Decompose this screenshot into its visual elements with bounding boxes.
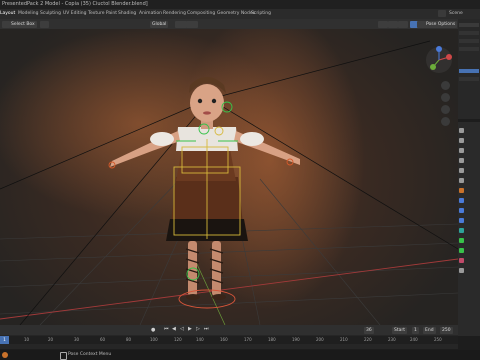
hand-icon[interactable] <box>441 93 450 102</box>
window-title: PresentedPack 2 Model - Copia (35) Ciuct… <box>2 1 148 7</box>
tab-animation[interactable]: Animation <box>139 11 162 16</box>
ruler-tick: 100 <box>150 337 158 342</box>
outliner-row[interactable] <box>459 39 479 43</box>
keyframe-icon[interactable]: ● <box>151 327 155 333</box>
ruler-tick: 120 <box>174 337 182 342</box>
ruler-tick: 190 <box>292 337 300 342</box>
scene-label[interactable]: Scene <box>449 11 463 16</box>
workspace-tabbar: Layout Modeling Sculpting UV Editing Tex… <box>0 9 480 19</box>
outliner-row[interactable] <box>459 47 479 51</box>
start-frame-value[interactable]: 1 <box>412 326 419 334</box>
ruler-tick: 210 <box>340 337 348 342</box>
particles-icon[interactable] <box>459 208 464 213</box>
scene-selector-icon[interactable] <box>438 10 446 17</box>
outliner-panel[interactable] <box>458 19 480 119</box>
x-axis-line <box>0 258 458 320</box>
viewport-scene <box>0 40 458 325</box>
ruler-tick: 80 <box>126 337 132 342</box>
ruler-tick: 160 <box>220 337 228 342</box>
view-layer-icon[interactable] <box>459 158 464 163</box>
grid-icon[interactable] <box>441 117 450 126</box>
eye-icon[interactable] <box>378 20 388 28</box>
camera-icon[interactable] <box>441 105 450 114</box>
status-hint: Pose Context Menu <box>68 352 112 357</box>
status-bar: Pose Context Menu <box>0 350 480 360</box>
ruler-tick: 170 <box>244 337 252 342</box>
mode-icon[interactable] <box>40 20 49 28</box>
pose-options-dropdown[interactable]: Pose Options <box>424 20 458 28</box>
tab-texture-paint[interactable]: Texture Paint <box>88 11 117 16</box>
jump-end-icon[interactable]: ⏭ <box>204 326 209 332</box>
outliner-row-selected[interactable] <box>459 69 479 73</box>
physics-icon[interactable] <box>459 218 464 223</box>
zoom-icon[interactable] <box>441 81 450 90</box>
ruler-tick: 30 <box>74 337 80 342</box>
tab-geometry-nodes[interactable]: Geometry Nodes <box>217 11 255 16</box>
ruler-tick: 250 <box>434 337 442 342</box>
ruler-tick: 200 <box>316 337 324 342</box>
end-frame-value[interactable]: 250 <box>440 326 453 334</box>
outliner-row[interactable] <box>459 23 479 27</box>
overlay-icon[interactable] <box>398 20 408 28</box>
render-icon[interactable] <box>459 138 464 143</box>
output-icon[interactable] <box>459 148 464 153</box>
bone-icon[interactable] <box>459 248 464 253</box>
viewport-header: Select Box Global Pose Options <box>0 19 458 29</box>
play-icon[interactable]: ▶ <box>188 326 192 332</box>
tab-uv-editing[interactable]: UV Editing <box>63 11 86 16</box>
properties-panel[interactable] <box>458 122 480 336</box>
ruler-tick: 240 <box>410 337 418 342</box>
timeline-header: ● ⏮ ◀ ◁ ▶ ▷ ⏭ 36 Start 1 End 250 <box>0 325 458 335</box>
start-frame-label[interactable]: Start <box>392 326 407 334</box>
outliner-row[interactable] <box>459 77 479 81</box>
tab-rendering[interactable]: Rendering <box>163 11 186 16</box>
window-titlebar: PresentedPack 2 Model - Copia (35) Ciuct… <box>0 0 480 9</box>
ruler-tick: 180 <box>268 337 276 342</box>
tab-compositing[interactable]: Compositing <box>187 11 215 16</box>
gizmo-icon[interactable] <box>388 20 398 28</box>
timeline-ruler[interactable]: 1 10 20 30 60 80 100 120 140 160 170 180… <box>0 336 458 344</box>
ruler-tick: 220 <box>364 337 372 342</box>
play-reverse-icon[interactable]: ◁ <box>180 326 184 332</box>
tool-icon[interactable] <box>459 128 464 133</box>
blender-logo-icon <box>2 352 8 358</box>
tab-modeling[interactable]: Modeling <box>18 11 38 16</box>
select-box-dropdown[interactable]: Select Box <box>9 20 37 28</box>
world-icon[interactable] <box>459 178 464 183</box>
ruler-tick: 20 <box>48 337 54 342</box>
modifier-icon[interactable] <box>459 198 464 203</box>
scene-icon[interactable] <box>459 168 464 173</box>
character-model[interactable] <box>110 77 300 300</box>
tab-layout[interactable]: Layout <box>0 11 15 16</box>
tab-scripting[interactable]: Scripting <box>251 11 271 16</box>
snap-icon[interactable] <box>186 20 198 28</box>
step-back-icon[interactable]: ◀ <box>172 326 176 332</box>
jump-start-icon[interactable]: ⏮ <box>164 326 169 332</box>
3d-viewport[interactable] <box>0 29 458 325</box>
material-icon[interactable] <box>459 258 464 263</box>
texture-icon[interactable] <box>459 268 464 273</box>
ruler-tick: 140 <box>196 337 204 342</box>
navigation-gizmo[interactable] <box>424 45 454 75</box>
tab-sculpting[interactable]: Sculpting <box>40 11 61 16</box>
end-frame-label[interactable]: End <box>423 326 436 334</box>
ruler-tick: 60 <box>100 337 106 342</box>
ruler-tick: 230 <box>388 337 396 342</box>
ruler-tick: 10 <box>24 337 30 342</box>
step-forward-icon[interactable]: ▷ <box>196 326 200 332</box>
tab-shading[interactable]: Shading <box>118 11 136 16</box>
object-icon[interactable] <box>459 188 464 193</box>
constraints-icon[interactable] <box>459 228 464 233</box>
mouse-icon <box>60 352 67 360</box>
current-frame-field[interactable]: 36 <box>364 326 374 334</box>
outliner-row[interactable] <box>459 31 479 35</box>
orientation-dropdown[interactable]: Global <box>150 20 169 28</box>
playhead-frame[interactable]: 1 <box>0 336 9 344</box>
data-icon[interactable] <box>459 238 464 243</box>
